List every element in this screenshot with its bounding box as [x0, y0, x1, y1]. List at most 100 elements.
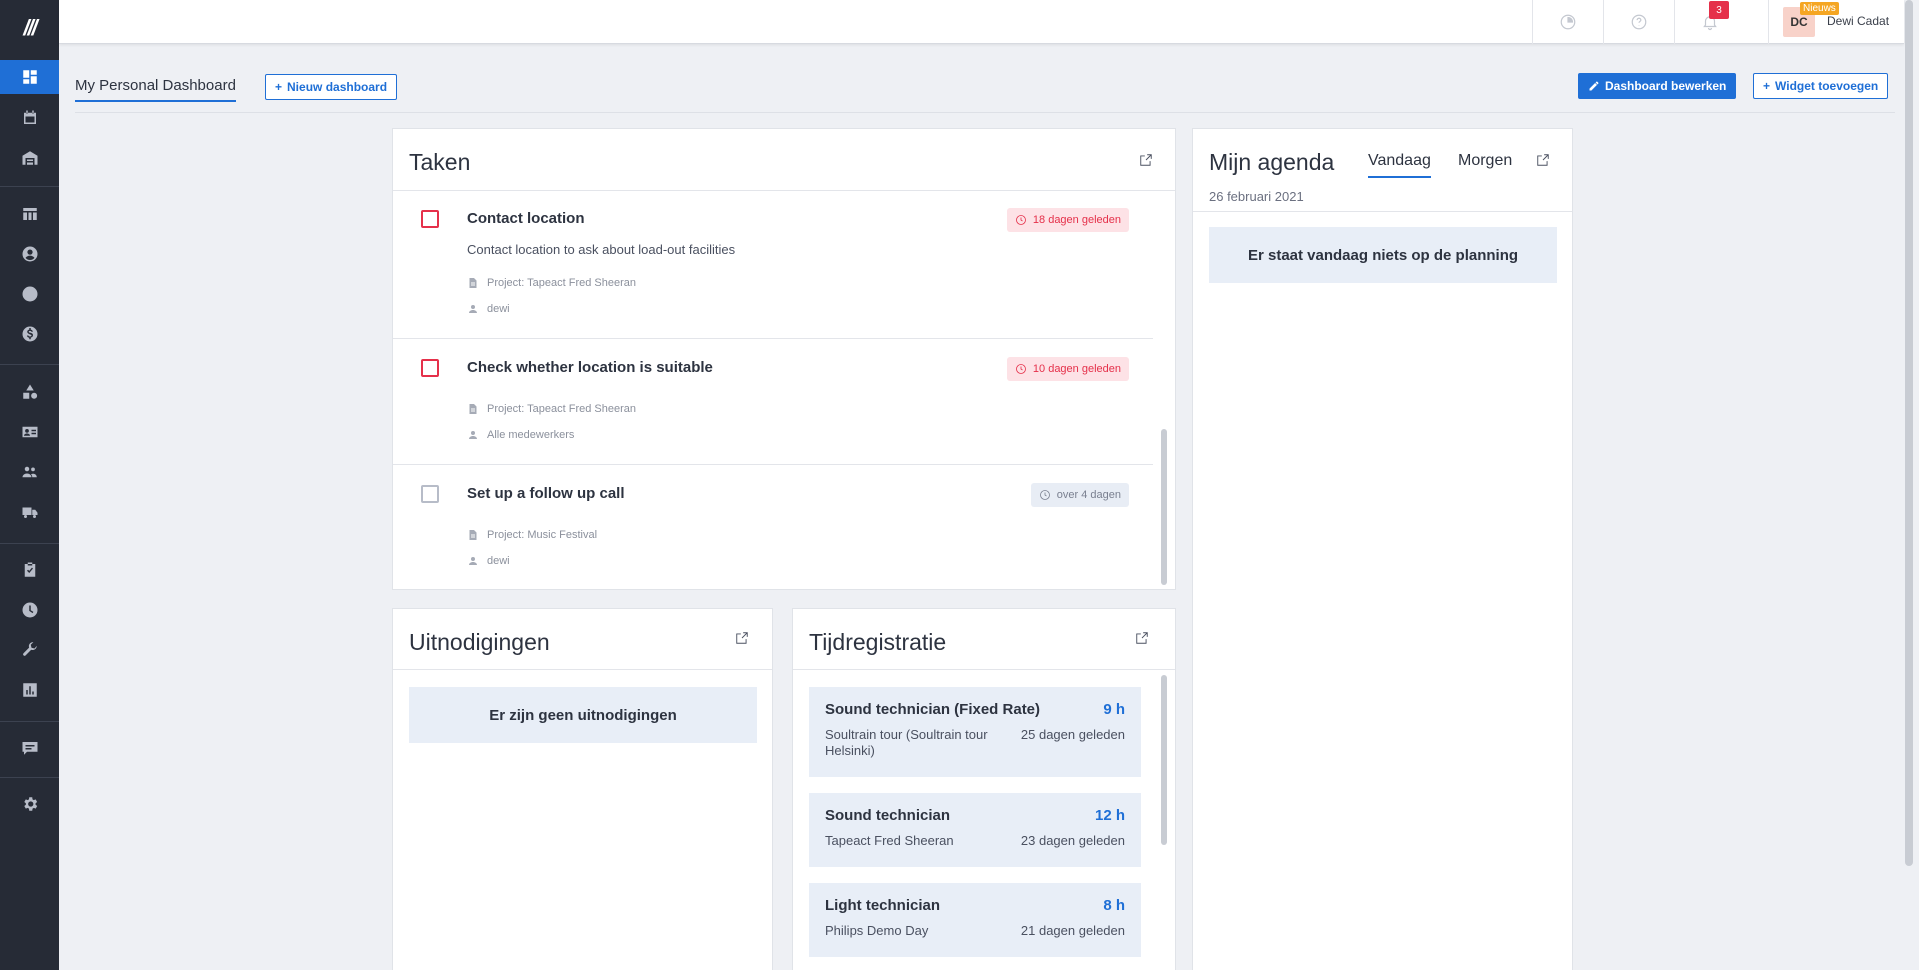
time-hours: 9 h — [1103, 701, 1125, 718]
scrollbar[interactable] — [1161, 675, 1167, 845]
time-entry[interactable]: Light technician 8 h Philips Demo Day 21… — [809, 883, 1141, 957]
task-project: Project: Tapeact Fred Sheeran — [467, 403, 636, 415]
open-external-icon[interactable] — [1536, 153, 1550, 167]
stopwatch-icon — [1560, 14, 1576, 30]
time-project: Soultrain tour (Soultrain tour Helsinki) — [825, 727, 988, 758]
tab-vandaag[interactable]: Vandaag — [1368, 152, 1431, 178]
nav-sync[interactable] — [0, 277, 59, 311]
empty-state: Er staat vandaag niets op de planning — [1209, 227, 1557, 283]
nav-settings[interactable] — [0, 787, 59, 821]
task-checkbox[interactable] — [421, 359, 439, 377]
nav-crew[interactable] — [0, 415, 59, 449]
invitations-widget: Uitnodigingen Er zijn geen uitnodigingen — [392, 608, 773, 970]
task-checkbox[interactable] — [421, 485, 439, 503]
task-assignee: dewi — [467, 555, 510, 567]
wrench-icon — [22, 642, 37, 656]
nav-tasks[interactable] — [0, 553, 59, 587]
time-ago: 25 dagen geleden — [1020, 727, 1125, 742]
widget-title: Taken — [409, 149, 471, 175]
help-button[interactable] — [1603, 0, 1674, 44]
nav-dashboard[interactable] — [0, 60, 59, 94]
task-item[interactable]: Check whether location is suitable 10 da… — [393, 339, 1161, 465]
time-hours: 12 h — [1094, 807, 1125, 824]
sync-icon — [22, 286, 37, 302]
person-icon — [469, 431, 477, 439]
shapes-icon — [22, 384, 37, 399]
time-project: Tapeact Fred Sheeran — [825, 833, 954, 848]
time-entry[interactable]: Sound technician (Fixed Rate) 9 h Soultr… — [809, 687, 1141, 777]
nav-finance[interactable] — [0, 317, 59, 351]
time-entry[interactable]: Sound technician 12 h Tapeact Fred Sheer… — [809, 793, 1141, 867]
task-item[interactable]: Contact location 18 dagen geleden Contac… — [393, 191, 1161, 317]
task-assignee: dewi — [467, 303, 510, 315]
add-widget-button[interactable]: + Widget toevoegen — [1753, 73, 1889, 99]
nav-warehouse[interactable] — [0, 141, 59, 175]
agenda-widget: Mijn agenda 26 februari 2021 Er staat va… — [1192, 128, 1573, 970]
task-project: Project: Music Festival — [467, 529, 597, 541]
edit-dashboard-button[interactable]: Dashboard bewerken — [1578, 73, 1737, 99]
clock-icon — [22, 602, 37, 618]
nav-calendar[interactable] — [0, 101, 59, 135]
dashboard-icon — [22, 70, 37, 84]
time-role: Sound technician (Fixed Rate) — [825, 701, 1041, 718]
nav-groups[interactable] — [0, 455, 59, 489]
scrollbar[interactable] — [1161, 429, 1167, 585]
time-role: Sound technician — [825, 807, 951, 824]
document-icon — [469, 404, 477, 414]
nav-transport[interactable] — [0, 495, 59, 529]
open-external-icon[interactable] — [1135, 631, 1149, 645]
nav-equipment[interactable] — [0, 375, 59, 409]
clock-icon — [1016, 215, 1026, 225]
time-ago: 23 dagen geleden — [1020, 833, 1125, 848]
person-icon — [469, 557, 477, 565]
plus-icon: + — [275, 80, 283, 94]
task-checkbox[interactable] — [421, 210, 439, 228]
tab-my-personal-dashboard[interactable]: My Personal Dashboard — [75, 77, 236, 102]
time-role: Light technician — [825, 897, 941, 914]
due-badge: 18 dagen geleden — [1006, 208, 1129, 232]
new-dashboard-button[interactable]: + Nieuw dashboard — [265, 74, 398, 100]
widget-title: Mijn agenda — [1209, 149, 1335, 175]
group-icon — [22, 466, 37, 478]
notifications-badge: 3 — [1709, 1, 1729, 19]
time-hours: 8 h — [1103, 897, 1125, 914]
user-circle-icon — [22, 246, 37, 262]
task-project: Project: Tapeact Fred Sheeran — [467, 277, 636, 289]
sidebar: /// — [0, 0, 59, 970]
nav-contacts[interactable] — [0, 237, 59, 271]
timereg-widget: Tijdregistratie Sound technician (Fixed … — [792, 608, 1176, 970]
app-logo[interactable]: /// — [0, 0, 59, 56]
nav-maintenance[interactable] — [0, 633, 59, 667]
clock-icon — [1016, 364, 1026, 374]
task-item[interactable]: Set up a follow up call over 4 dagen Pro… — [393, 465, 1161, 589]
open-external-icon[interactable] — [1139, 153, 1153, 167]
table-icon — [22, 208, 37, 220]
nav-table[interactable] — [0, 197, 59, 231]
plus-icon: + — [1763, 79, 1771, 93]
notifications-button[interactable]: 3 — [1674, 0, 1745, 44]
user-menu[interactable]: DC Nieuws Dewi Cadat — [1768, 0, 1904, 44]
empty-state: Er zijn geen uitnodigingen — [409, 687, 757, 743]
person-icon — [469, 305, 477, 313]
time-project: Philips Demo Day — [825, 923, 929, 938]
tasks-widget: Taken Contact location 18 dagen geleden … — [392, 128, 1176, 590]
page-scrollbar[interactable] — [1905, 0, 1913, 866]
timer-button[interactable] — [1532, 0, 1603, 44]
tab-morgen[interactable]: Morgen — [1458, 152, 1512, 176]
nav-messages[interactable] — [0, 731, 59, 765]
nav-time[interactable] — [0, 593, 59, 627]
nav-reports[interactable] — [0, 673, 59, 707]
widget-title: Uitnodigingen — [409, 629, 550, 655]
task-title: Contact location — [467, 210, 585, 227]
help-icon — [1631, 14, 1647, 30]
pencil-icon — [1589, 81, 1599, 91]
widget-title: Tijdregistratie — [809, 629, 947, 655]
contact-card-icon — [22, 426, 37, 438]
document-icon — [469, 530, 477, 540]
task-check-icon — [24, 562, 35, 577]
due-badge: over 4 dagen — [1030, 483, 1129, 507]
clock-icon — [1039, 490, 1050, 500]
open-external-icon[interactable] — [735, 631, 749, 645]
topbar: 3 DC Nieuws Dewi Cadat — [59, 0, 1904, 44]
document-icon — [469, 278, 477, 288]
